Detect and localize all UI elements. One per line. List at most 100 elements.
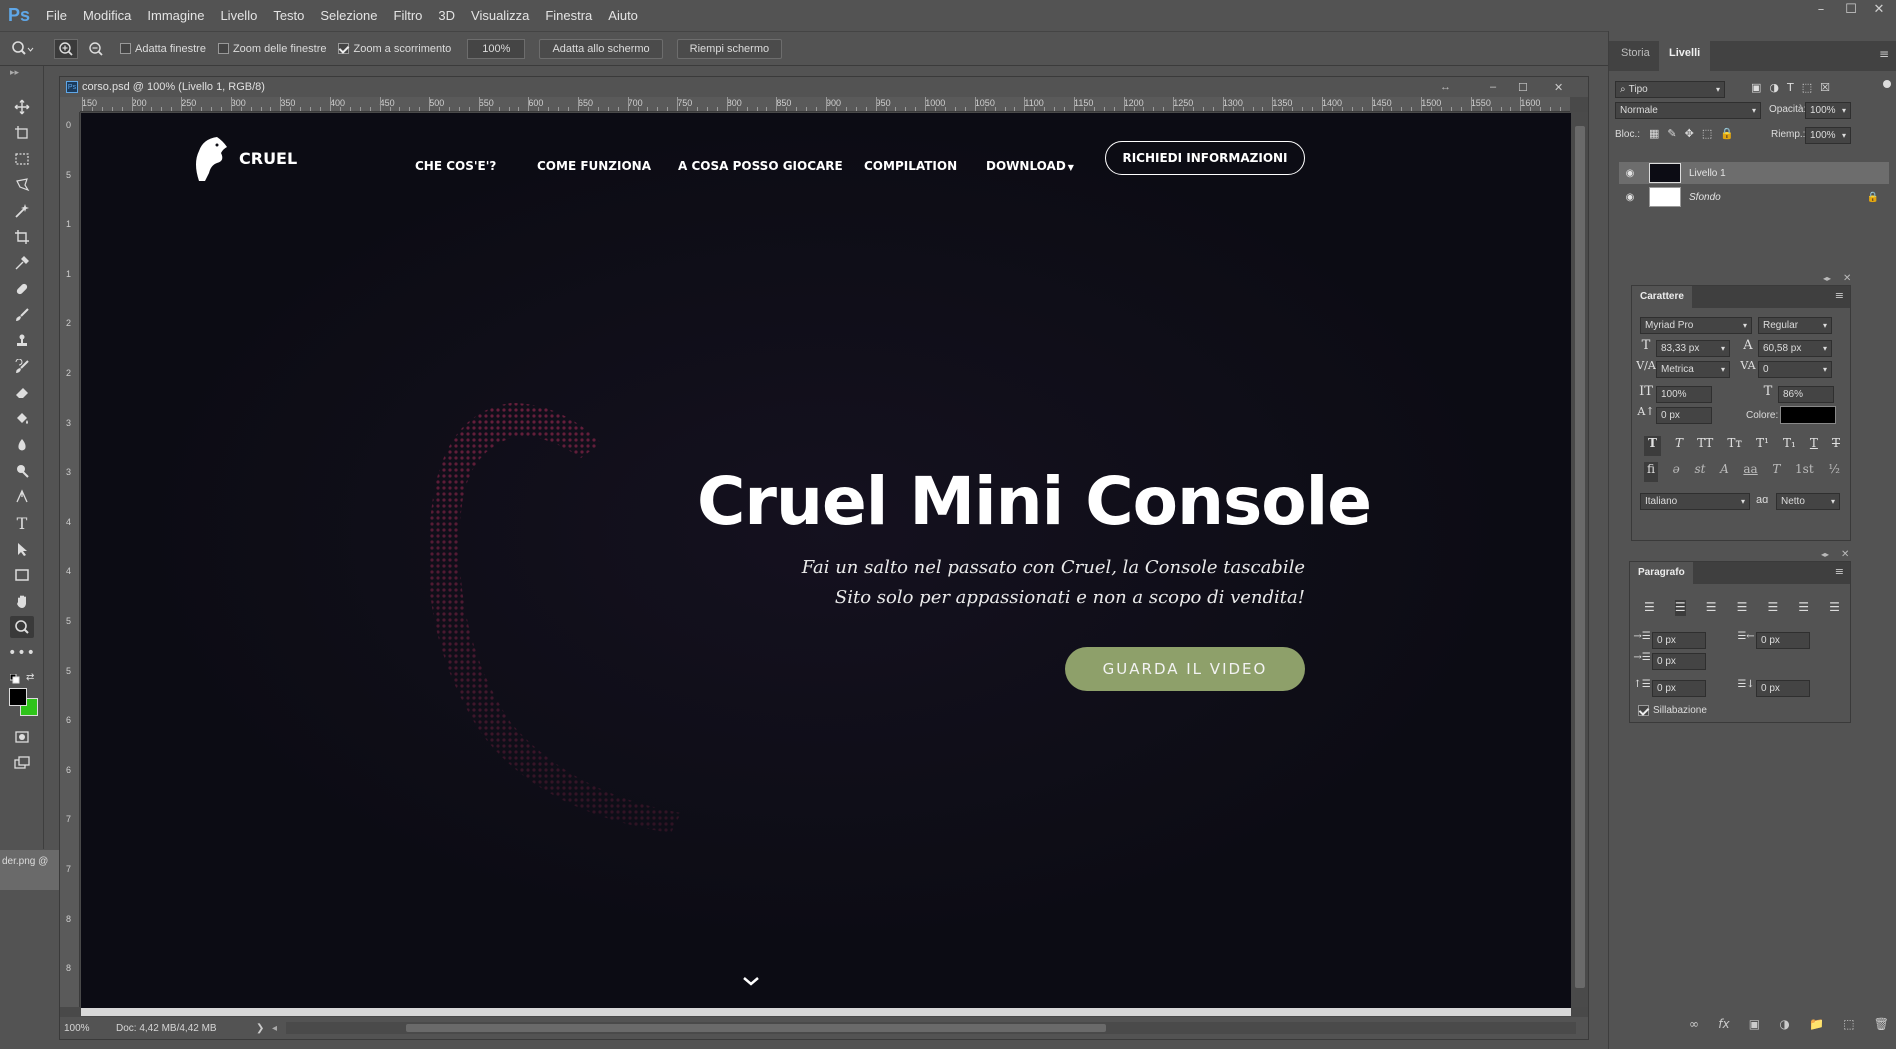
leading-field[interactable]: 60,58 px ▾ <box>1758 340 1832 357</box>
stylistic-alternates-icon[interactable]: A <box>1720 462 1729 482</box>
quick-mask-icon[interactable] <box>10 726 34 748</box>
doc-size-status[interactable]: Doc: 4,42 MB/4,42 MB <box>116 1023 256 1034</box>
vertical-scale-field[interactable]: 100% <box>1656 386 1712 403</box>
document-title-bar[interactable]: Ps corso.psd @ 100% (Livello 1, RGB/8) ↔… <box>60 77 1588 97</box>
other-document-tab[interactable]: der.png @ <box>0 850 60 890</box>
tracking-field[interactable]: 0 ▾ <box>1758 361 1832 378</box>
lasso-tool-icon[interactable] <box>10 174 34 196</box>
menu-3d[interactable]: 3D <box>430 0 463 31</box>
eye-icon[interactable]: ◉ <box>1619 192 1641 203</box>
layer-mask-icon[interactable]: ▣ <box>1749 1017 1760 1033</box>
subscript-icon[interactable]: T₁ <box>1783 436 1796 456</box>
checkbox-icon[interactable] <box>217 43 229 54</box>
kerning-field[interactable]: Metrica ▾ <box>1656 361 1730 378</box>
ordinal-icon[interactable]: 1st <box>1795 462 1814 482</box>
text-color-swatch[interactable] <box>1780 406 1836 424</box>
zoom-scorrimento-checkbox[interactable]: Zoom a scorrimento <box>338 43 451 55</box>
all-caps-icon[interactable]: TT <box>1697 436 1713 456</box>
ordinals-icon[interactable]: T <box>1772 462 1780 482</box>
layer-name[interactable]: Livello 1 <box>1689 168 1726 179</box>
ruler-origin[interactable] <box>60 97 80 112</box>
swash-icon[interactable]: st <box>1694 462 1705 482</box>
crop-tool-icon[interactable] <box>10 226 34 248</box>
more-tools-icon[interactable]: ••• <box>8 642 35 664</box>
baseline-shift-field[interactable]: 0 px <box>1656 407 1712 424</box>
guarda-il-video-button[interactable]: GUARDA IL VIDEO <box>1065 647 1305 691</box>
doc-minimize-icon[interactable]: – <box>1490 81 1496 93</box>
delete-layer-icon[interactable]: 🗑 <box>1874 1017 1889 1033</box>
eyedropper-tool-icon[interactable] <box>10 252 34 274</box>
opacity-field[interactable]: 100% ▾ <box>1805 102 1851 119</box>
menu-filtro[interactable]: Filtro <box>386 0 431 31</box>
faux-italic-icon[interactable]: T <box>1675 436 1683 456</box>
space-after-field[interactable]: 0 px <box>1756 680 1810 697</box>
underline-icon[interactable]: T <box>1810 436 1818 456</box>
zoom-status[interactable]: 100% <box>60 1023 116 1034</box>
brush-tool-icon[interactable] <box>10 304 34 326</box>
discretionary-ligature-icon[interactable]: ə <box>1673 462 1680 482</box>
zoom-tool-preset-icon[interactable] <box>10 39 34 59</box>
vertical-scroll-thumb[interactable] <box>1575 126 1585 988</box>
default-colors-icon[interactable] <box>10 674 20 684</box>
menu-livello[interactable]: Livello <box>212 0 265 31</box>
menu-finestra[interactable]: Finestra <box>537 0 600 31</box>
panel-menu-icon[interactable]: ≡ <box>1835 289 1844 302</box>
menu-aiuto[interactable]: Aiuto <box>600 0 646 31</box>
layer-row-livello-1[interactable]: ◉ Livello 1 <box>1619 162 1889 184</box>
link-layers-icon[interactable]: ∞ <box>1689 1017 1699 1033</box>
horizontal-scale-field[interactable]: 86% <box>1778 386 1834 403</box>
fill-field[interactable]: 100% ▾ <box>1805 127 1851 144</box>
faux-bold-icon[interactable]: T <box>1644 436 1661 456</box>
eye-icon[interactable]: ◉ <box>1619 168 1641 179</box>
antialias-select[interactable]: Netto ▾ <box>1776 493 1840 510</box>
justify-last-right-icon[interactable]: ☰ <box>1798 600 1809 616</box>
artboard-tool-icon[interactable] <box>10 122 34 144</box>
zoom-finestre-checkbox[interactable]: Zoom delle finestre <box>217 43 326 55</box>
zoom-out-icon[interactable] <box>84 39 108 59</box>
swap-colors-icon[interactable]: ⇄ <box>26 672 34 683</box>
tab-livelli[interactable]: Livelli <box>1659 41 1711 71</box>
superscript-icon[interactable]: T¹ <box>1756 436 1769 456</box>
indent-first-line-field[interactable]: 0 px <box>1652 653 1706 670</box>
adatta-finestre-checkbox[interactable]: Adatta finestre <box>120 43 206 55</box>
panel-menu-icon[interactable]: ≡ <box>1879 47 1889 61</box>
minimize-icon[interactable]: – <box>1808 2 1834 17</box>
layer-filter-select[interactable]: ⌕ Tipo ▾ <box>1615 81 1725 98</box>
indent-left-field[interactable]: 0 px <box>1652 632 1706 649</box>
titling-alternates-icon[interactable]: aa <box>1743 462 1757 482</box>
nav-download[interactable]: DOWNLOAD ▼ <box>986 159 1074 173</box>
pen-tool-icon[interactable] <box>10 486 34 508</box>
path-selection-tool-icon[interactable] <box>10 538 34 560</box>
tab-storia[interactable]: Storia <box>1621 47 1650 59</box>
nav-come-funziona[interactable]: COME FUNZIONA <box>537 159 651 173</box>
panel-collapse-icon[interactable]: ◂▸ <box>1821 550 1829 559</box>
status-menu-arrow-icon[interactable]: ❯ <box>256 1023 272 1034</box>
language-select[interactable]: Italiano ▾ <box>1640 493 1750 510</box>
horizontal-scroll-thumb[interactable] <box>406 1024 1106 1032</box>
align-center-icon[interactable]: ☰ <box>1674 600 1686 616</box>
adjustment-layer-icon[interactable]: ◑ <box>1779 1017 1789 1033</box>
hyphenation-checkbox[interactable]: Sillabazione <box>1638 705 1707 716</box>
ligature-icon[interactable]: fi <box>1644 462 1659 482</box>
riempi-schermo-button[interactable]: Riempi schermo <box>676 38 783 59</box>
filter-toggle-icon[interactable] <box>1883 80 1891 88</box>
checkbox-checked-icon[interactable] <box>1638 705 1649 716</box>
menu-testo[interactable]: Testo <box>265 0 312 31</box>
screen-mode-icon[interactable] <box>10 752 34 774</box>
dodge-tool-icon[interactable] <box>10 460 34 482</box>
small-caps-icon[interactable]: Tт <box>1727 436 1742 456</box>
scroll-down-chevron-icon[interactable] <box>741 975 761 987</box>
menu-modifica[interactable]: Modifica <box>75 0 139 31</box>
layer-name[interactable]: Sfondo <box>1689 192 1867 203</box>
canvas[interactable]: CRUEL CHE COS'E'? COME FUNZIONA A COSA P… <box>81 113 1571 1008</box>
rectangle-tool-icon[interactable] <box>10 564 34 586</box>
layer-row-sfondo[interactable]: ◉ Sfondo 🔒 <box>1619 186 1889 208</box>
paint-bucket-tool-icon[interactable] <box>10 408 34 430</box>
strikethrough-icon[interactable]: T <box>1832 436 1840 456</box>
align-left-icon[interactable]: ☰ <box>1644 600 1655 616</box>
zoom-tool-icon[interactable] <box>10 616 34 638</box>
font-size-field[interactable]: 83,33 px ▾ <box>1656 340 1730 357</box>
eraser-tool-icon[interactable] <box>10 382 34 404</box>
resize-icon[interactable]: ↔ <box>1440 81 1451 93</box>
tools-expand-icon[interactable]: ▸▸ <box>10 68 19 78</box>
